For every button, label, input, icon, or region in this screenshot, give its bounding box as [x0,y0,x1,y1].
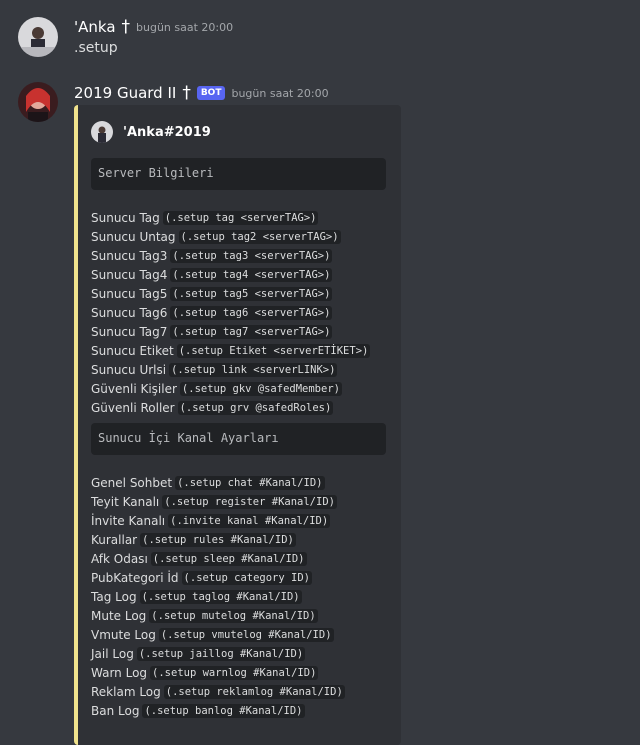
setting-command: (.setup sleep #Kanal/ID) [150,551,307,566]
setting-label: Güvenli Kişiler [91,381,177,396]
cross-icon: † [121,16,131,37]
setting-row: Reklam Log (.setup reklamlog #Kanal/ID) [91,682,345,701]
setting-label: Sunucu Tag7 [91,324,168,339]
setting-row: Tag Log (.setup taglog #Kanal/ID) [91,587,302,606]
setting-label: Jail Log [91,646,134,661]
setting-command: (.invite kanal #Kanal/ID) [168,513,331,528]
username[interactable]: 2019 Guard II [74,84,176,102]
setting-command: (.setup tag7 <serverTAG>) [170,324,333,339]
setting-label: Sunucu Tag3 [91,248,168,263]
setting-row: Güvenli Kişiler (.setup gkv @safedMember) [91,379,342,398]
setting-row: PubKategori İd (.setup category ID) [91,568,312,587]
message-1: 'Anka † bugün saat 20:00 .setup [0,0,640,70]
setting-label: Sunucu Untag [91,229,176,244]
setting-row: Afk Odası (.setup sleep #Kanal/ID) [91,549,307,568]
setting-command: (.setup gkv @safedMember) [179,381,342,396]
setting-row: Jail Log (.setup jaillog #Kanal/ID) [91,644,306,663]
setting-command: (.setup tag3 <serverTAG>) [170,248,333,263]
setting-label: Teyit Kanalı [91,494,160,509]
setting-row: Sunucu Etiket (.setup Etiket <serverETİKE… [91,341,371,360]
setting-row: Sunucu Urlsi (.setup link <serverLINK>) [91,360,338,379]
cross-icon: † [182,82,191,103]
setting-command: (.setup rules #Kanal/ID) [140,532,296,547]
bot-avatar[interactable] [18,82,58,122]
setting-label: Sunucu Tag [91,210,160,225]
setting-command: (.setup banlog #Kanal/ID) [142,703,305,718]
setting-row: Mute Log (.setup mutelog #Kanal/ID) [91,606,318,625]
setting-command: (.setup grv @safedRoles) [177,400,334,415]
setting-command: (.setup warnlog #Kanal/ID) [150,665,319,680]
setting-label: Güvenli Roller [91,400,175,415]
setting-label: Afk Odası [91,551,148,566]
username[interactable]: 'Anka [74,18,116,36]
setting-command: (.setup tag2 <serverTAG>) [178,229,341,244]
setting-command: (.setup category ID) [181,570,312,585]
setting-command: (.setup taglog #Kanal/ID) [139,589,302,604]
embed: 'Anka#2019 Server Bilgileri Sunucu Tag (.… [74,105,401,745]
setting-row: Kurallar (.setup rules #Kanal/ID) [91,530,296,549]
embed-author-name[interactable]: 'Anka#2019 [123,125,211,140]
section-title-channel-settings: Sunucu İçi Kanal Ayarları [91,423,386,455]
setting-command: (.setup chat #Kanal/ID) [175,475,325,490]
setting-label: İnvite Kanalı [91,513,166,528]
setting-row: Sunucu Tag (.setup tag <serverTAG>) [91,208,319,227]
setting-label: Sunucu Tag5 [91,286,168,301]
setting-row: Sunucu Tag3 (.setup tag3 <serverTAG>) [91,246,333,265]
setting-row: Ban Log (.setup banlog #Kanal/ID) [91,701,305,720]
setting-label: Vmute Log [91,627,156,642]
setting-command: (.setup jaillog #Kanal/ID) [136,646,306,661]
setting-label: Sunucu Etiket [91,343,174,358]
setting-row: Güvenli Roller (.setup grv @safedRoles) [91,398,334,417]
setting-label: PubKategori İd [91,570,179,585]
setting-command: (.setup register #Kanal/ID) [162,494,337,509]
setting-label: Genel Sohbet [91,475,173,490]
setting-label: Kurallar [91,532,138,547]
setting-row: Sunucu Tag5 (.setup tag5 <serverTAG>) [91,284,333,303]
setting-command: (.setup Etiket <serverETİKET>) [176,343,371,358]
setting-row: Warn Log (.setup warnlog #Kanal/ID) [91,663,319,682]
setting-label: Warn Log [91,665,148,680]
setting-row: Genel Sohbet (.setup chat #Kanal/ID) [91,473,325,492]
setting-label: Sunucu Urlsi [91,362,167,377]
bot-badge: BOT [196,86,226,100]
setting-row: Sunucu Tag7 (.setup tag7 <serverTAG>) [91,322,333,341]
setting-label: Sunucu Tag6 [91,305,168,320]
setting-row: Sunucu Tag6 (.setup tag6 <serverTAG>) [91,303,333,322]
setting-row: Sunucu Tag4 (.setup tag4 <serverTAG>) [91,265,333,284]
setting-command: (.setup tag4 <serverTAG>) [170,267,333,282]
setting-command: (.setup tag <serverTAG>) [162,210,319,225]
timestamp: bugün saat 20:00 [136,20,234,34]
setting-row: Vmute Log (.setup vmutelog #Kanal/ID) [91,625,334,644]
setting-command: (.setup vmutelog #Kanal/ID) [158,627,334,642]
section-title-server-info: Server Bilgileri [91,158,386,190]
embed-author: 'Anka#2019 [91,121,211,143]
user-avatar[interactable] [18,17,58,57]
setting-label: Reklam Log [91,684,161,699]
message-content: .setup [74,40,118,56]
setting-label: Tag Log [91,589,137,604]
setting-label: Sunucu Tag4 [91,267,168,282]
setting-command: (.setup mutelog #Kanal/ID) [149,608,318,623]
setting-command: (.setup tag5 <serverTAG>) [170,286,333,301]
setting-label: Mute Log [91,608,147,623]
setting-row: Sunucu Untag (.setup tag2 <serverTAG>) [91,227,341,246]
setting-row: Teyit Kanalı (.setup register #Kanal/ID) [91,492,337,511]
setting-command: (.setup link <serverLINK>) [169,362,338,377]
setting-command: (.setup reklamlog #Kanal/ID) [163,684,345,699]
timestamp: bugün saat 20:00 [231,86,329,100]
setting-command: (.setup tag6 <serverTAG>) [170,305,333,320]
setting-label: Ban Log [91,703,140,718]
embed-author-avatar [91,121,113,143]
setting-row: İnvite Kanalı (.invite kanal #Kanal/ID) [91,511,331,530]
